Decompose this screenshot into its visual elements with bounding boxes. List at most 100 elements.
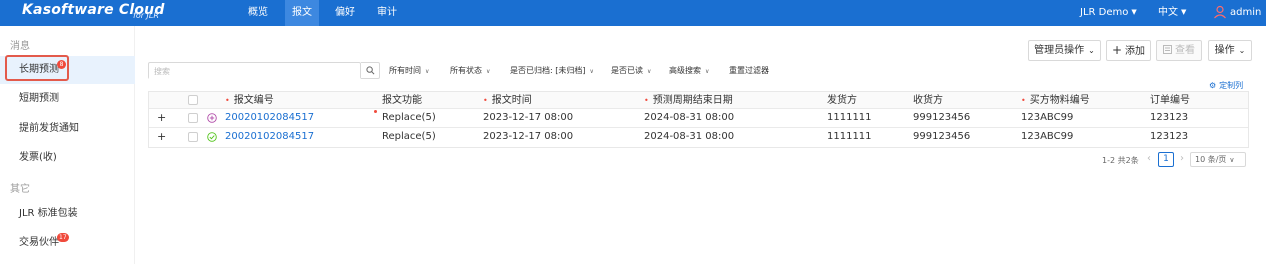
view-button[interactable]: 查看 (1156, 40, 1202, 61)
column-header-shipper[interactable]: 发货方 (827, 92, 857, 108)
filter-read-label: 是否已读 (611, 66, 643, 75)
row-checkbox[interactable] (188, 132, 198, 142)
prev-page-icon[interactable]: ‹ (1147, 153, 1151, 164)
nav-overview[interactable]: 概览 (242, 0, 274, 26)
nav-preferences[interactable]: 偏好 (329, 0, 361, 26)
column-header-label: 报文时间 (491, 95, 532, 106)
table-row[interactable]: + 20020102084517 Replace(5) 2023-12-17 0… (149, 109, 1248, 128)
column-header-message-id[interactable]: • 报文编号 (225, 92, 274, 108)
page-size-label: 10 条/页 (1195, 155, 1227, 164)
search-field[interactable] (148, 62, 361, 79)
add-button[interactable]: + 添加 (1106, 40, 1151, 61)
cell-shipper: 1111111 (827, 131, 872, 142)
filter-time[interactable]: 所有时间 ∨ (389, 63, 429, 78)
expand-row-icon[interactable]: + (157, 109, 166, 127)
selection-highlight-box (5, 55, 69, 81)
admin-operations-button[interactable]: 管理员操作 ⌄ (1028, 40, 1101, 61)
column-header-receiver[interactable]: 收货方 (913, 92, 943, 108)
sidebar-group-messages: 消息 (10, 41, 30, 52)
filter-archived[interactable]: 是否已归档: [未归档] ∨ (510, 63, 594, 78)
sidebar-item-label: 短期预测 (19, 93, 59, 104)
cell-buyer-part: 123ABC99 (1021, 131, 1074, 142)
actions-button[interactable]: 操作 ⌄ (1208, 40, 1252, 61)
nav-audit[interactable]: 审计 (371, 0, 403, 26)
filter-status[interactable]: 所有状态 ∨ (450, 63, 490, 78)
chevron-down-icon: ⌄ (1088, 46, 1095, 55)
sidebar-item-trading-partners[interactable]: 交易伙伴17 (0, 229, 135, 257)
required-marker: • (483, 96, 488, 105)
required-marker: • (225, 96, 230, 105)
page-size-select[interactable]: 10 条/页 ∨ (1190, 152, 1246, 167)
next-page-icon[interactable]: › (1180, 153, 1184, 164)
custom-columns-button[interactable]: ⚙ 定制列 (1209, 80, 1243, 91)
cell-forecast-end: 2024-08-31 08:00 (644, 131, 735, 142)
plus-icon: + (1111, 43, 1123, 57)
required-marker: • (644, 96, 649, 105)
admin-operations-label: 管理员操作 (1034, 45, 1085, 56)
account-menu[interactable]: JLR Demo ▼ (1080, 0, 1137, 26)
sidebar-item-label: 发票(收) (19, 152, 57, 163)
select-all-checkbox[interactable] (188, 95, 198, 105)
chevron-down-icon: ∨ (647, 68, 652, 75)
column-header-label: 收货方 (913, 95, 943, 106)
table-header-row: • 报文编号 报文功能 • 报文时间 • 预测周期结束日期 发货方 收货方 • 买方物料… (149, 92, 1248, 109)
column-header-order-number[interactable]: 订单编号 (1150, 92, 1190, 108)
column-header-label: 订单编号 (1150, 95, 1190, 106)
column-header-buyer-part[interactable]: • 买方物料编号 (1021, 92, 1090, 108)
pagination-total: 1-2 共2条 (1102, 156, 1139, 165)
cell-time: 2023-12-17 08:00 (483, 112, 574, 123)
chevron-down-icon: ∨ (589, 68, 594, 75)
expand-row-icon[interactable]: + (157, 128, 166, 146)
sidebar-item-short-term-forecast[interactable]: 短期预测 (0, 85, 135, 113)
filter-read[interactable]: 是否已读 ∨ (611, 63, 651, 78)
search-button[interactable] (361, 62, 380, 79)
chevron-down-icon: ▼ (1131, 8, 1137, 16)
search-input[interactable] (149, 64, 360, 79)
top-navigation-bar: Kasoftware Cloud for JLR 概览 报文 偏好 审计 JLR… (0, 0, 1266, 26)
sidebar-item-label: 提前发货通知 (19, 123, 79, 134)
user-icon[interactable] (1213, 5, 1227, 19)
reset-filters-button[interactable]: 重置过滤器 (729, 63, 769, 78)
sidebar-item-jlr-packaging[interactable]: JLR 标准包装 (0, 200, 135, 228)
chevron-down-icon: ∨ (1229, 156, 1235, 164)
language-label: 中文 (1158, 7, 1178, 18)
user-name[interactable]: admin (1230, 0, 1261, 26)
column-header-function[interactable]: 报文功能 (382, 92, 422, 108)
sidebar-item-label: JLR 标准包装 (19, 208, 78, 219)
column-header-label: 报文编号 (233, 95, 274, 106)
advanced-search[interactable]: 高级搜索 ∨ (669, 63, 709, 78)
unread-dot (374, 110, 377, 113)
add-label: 添加 (1125, 46, 1146, 57)
column-header-time[interactable]: • 报文时间 (483, 92, 532, 108)
row-checkbox[interactable] (188, 113, 198, 123)
sidebar-item-invoice[interactable]: 发票(收) (0, 144, 135, 172)
language-menu[interactable]: 中文 ▼ (1158, 0, 1186, 26)
sidebar: 消息 长期预测8 短期预测 提前发货通知 发票(收) 其它 JLR 标准包装 交… (0, 26, 135, 264)
chevron-down-icon: ∨ (705, 68, 710, 75)
nav-messages[interactable]: 报文 (285, 0, 319, 26)
message-id-link[interactable]: 20020102084517 (225, 128, 314, 147)
brand-subtitle: for JLR (133, 11, 159, 20)
column-header-forecast-end[interactable]: • 预测周期结束日期 (644, 92, 733, 108)
filter-archived-label: 是否已归档: [未归档] (510, 66, 586, 75)
filter-time-label: 所有时间 (389, 66, 421, 75)
messages-table: • 报文编号 报文功能 • 报文时间 • 预测周期结束日期 发货方 收货方 • 买方物料… (148, 91, 1249, 148)
table-row[interactable]: + 20020102084517 Replace(5) 2023-12-17 0… (149, 128, 1248, 147)
chevron-down-icon: ⌄ (1238, 46, 1246, 55)
cell-order-number: 123123 (1150, 131, 1189, 142)
chevron-down-icon: ∨ (486, 68, 491, 75)
filter-status-label: 所有状态 (450, 66, 482, 75)
cell-function: Replace(5) (382, 131, 436, 142)
check-circle-icon (207, 132, 217, 142)
pending-status-icon (207, 113, 217, 123)
cell-function: Replace(5) (382, 112, 436, 123)
actions-label: 操作 (1214, 45, 1235, 56)
column-header-label: 发货方 (827, 95, 857, 106)
sidebar-item-label: 交易伙伴 (19, 237, 59, 248)
sidebar-item-asn[interactable]: 提前发货通知 (0, 115, 135, 143)
chevron-down-icon: ▼ (1181, 8, 1187, 16)
notification-badge: 17 (57, 233, 69, 242)
page-number-current[interactable]: 1 (1158, 152, 1174, 167)
column-header-label: 报文功能 (382, 95, 422, 106)
message-id-link[interactable]: 20020102084517 (225, 109, 314, 127)
